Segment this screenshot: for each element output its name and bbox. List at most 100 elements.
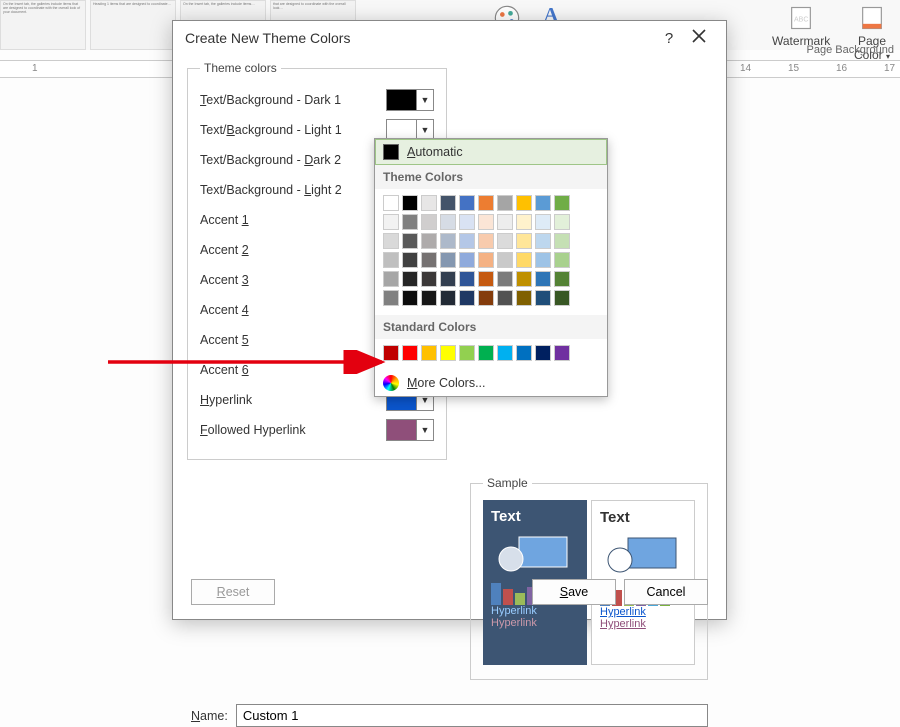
color-cell[interactable]	[516, 233, 532, 249]
color-cell[interactable]	[440, 233, 456, 249]
color-cell[interactable]	[478, 214, 494, 230]
color-cell[interactable]	[459, 271, 475, 287]
color-cell[interactable]	[478, 290, 494, 306]
color-cell[interactable]	[516, 271, 532, 287]
color-cell[interactable]	[478, 252, 494, 268]
color-cell[interactable]	[383, 290, 399, 306]
color-cell[interactable]	[402, 233, 418, 249]
color-cell[interactable]	[383, 233, 399, 249]
color-cell[interactable]	[421, 345, 437, 361]
reset-button[interactable]: Reset	[191, 579, 275, 605]
color-cell[interactable]	[535, 195, 551, 211]
color-cell[interactable]	[459, 195, 475, 211]
automatic-swatch-icon	[383, 144, 399, 160]
svg-text:ABC: ABC	[794, 17, 808, 24]
standard-colors-header: Standard Colors	[375, 315, 607, 339]
dialog-title: Create New Theme Colors	[185, 30, 350, 46]
color-cell[interactable]	[554, 345, 570, 361]
color-cell[interactable]	[497, 195, 513, 211]
color-cell[interactable]	[459, 233, 475, 249]
color-cell[interactable]	[535, 233, 551, 249]
color-cell[interactable]	[516, 290, 532, 306]
color-cell[interactable]	[402, 252, 418, 268]
color-cell[interactable]	[516, 214, 532, 230]
color-cell[interactable]	[554, 214, 570, 230]
color-cell[interactable]	[535, 271, 551, 287]
close-button[interactable]	[684, 29, 714, 47]
color-cell[interactable]	[478, 233, 494, 249]
close-icon	[692, 29, 706, 43]
color-cell[interactable]	[478, 195, 494, 211]
color-picker-popup: Automatic Theme Colors Standard Colors M…	[374, 138, 608, 397]
color-cell[interactable]	[459, 214, 475, 230]
color-cell[interactable]	[421, 271, 437, 287]
theme-color-label: Text/Background - Light 2	[200, 183, 386, 197]
more-colors-item[interactable]: More Colors...	[375, 370, 607, 396]
dialog-titlebar: Create New Theme Colors ?	[173, 21, 726, 55]
color-cell[interactable]	[497, 271, 513, 287]
color-cell[interactable]	[402, 290, 418, 306]
color-cell[interactable]	[421, 252, 437, 268]
color-cell[interactable]	[421, 195, 437, 211]
color-cell[interactable]	[383, 195, 399, 211]
color-cell[interactable]	[478, 345, 494, 361]
color-cell[interactable]	[440, 214, 456, 230]
color-cell[interactable]	[497, 233, 513, 249]
color-cell[interactable]	[554, 252, 570, 268]
color-cell[interactable]	[383, 214, 399, 230]
color-cell[interactable]	[497, 290, 513, 306]
color-cell[interactable]	[383, 252, 399, 268]
color-cell[interactable]	[554, 290, 570, 306]
color-cell[interactable]	[459, 345, 475, 361]
color-cell[interactable]	[516, 345, 532, 361]
color-cell[interactable]	[516, 252, 532, 268]
thumbnail: Heading 1 items that are designed to coo…	[90, 0, 176, 50]
color-cell[interactable]	[554, 195, 570, 211]
cancel-button[interactable]: Cancel	[624, 579, 708, 605]
color-cell[interactable]	[383, 271, 399, 287]
color-cell[interactable]	[516, 195, 532, 211]
color-cell[interactable]	[440, 290, 456, 306]
color-cell[interactable]	[535, 252, 551, 268]
color-cell[interactable]	[402, 345, 418, 361]
color-cell[interactable]	[440, 345, 456, 361]
automatic-color-item[interactable]: Automatic	[375, 139, 607, 165]
color-cell[interactable]	[459, 290, 475, 306]
color-cell[interactable]	[421, 290, 437, 306]
color-cell[interactable]	[421, 214, 437, 230]
theme-colors-header: Theme Colors	[375, 165, 607, 189]
color-swatch	[387, 90, 417, 110]
color-cell[interactable]	[497, 345, 513, 361]
theme-colors-legend: Theme colors	[200, 61, 281, 75]
color-cell[interactable]	[402, 195, 418, 211]
color-swatch-dropdown[interactable]: ▼	[386, 89, 434, 111]
theme-color-label: Text/Background - Light 1	[200, 123, 386, 137]
save-button[interactable]: Save	[532, 579, 616, 605]
color-cell[interactable]	[497, 214, 513, 230]
color-cell[interactable]	[535, 214, 551, 230]
color-cell[interactable]	[478, 271, 494, 287]
help-button[interactable]: ?	[654, 30, 684, 47]
color-cell[interactable]	[421, 233, 437, 249]
color-swatch	[387, 420, 417, 440]
color-cell[interactable]	[535, 345, 551, 361]
color-cell[interactable]	[402, 214, 418, 230]
color-cell[interactable]	[440, 195, 456, 211]
color-cell[interactable]	[497, 252, 513, 268]
color-cell[interactable]	[440, 271, 456, 287]
color-cell[interactable]	[535, 290, 551, 306]
color-cell[interactable]	[554, 233, 570, 249]
color-cell[interactable]	[459, 252, 475, 268]
color-cell[interactable]	[402, 271, 418, 287]
theme-colors-grid	[375, 189, 607, 315]
color-cell[interactable]	[554, 271, 570, 287]
theme-color-label: Accent 1	[200, 213, 386, 227]
watermark-dropdown[interactable]: ABC Watermark	[772, 4, 830, 48]
theme-color-row: Followed Hyperlink▼	[200, 415, 434, 445]
color-swatch-dropdown[interactable]: ▼	[386, 419, 434, 441]
name-label: Name:	[191, 709, 228, 723]
theme-name-input[interactable]	[236, 704, 708, 727]
color-cell[interactable]	[440, 252, 456, 268]
chevron-down-icon: ▼	[417, 120, 433, 140]
theme-color-row: Text/Background - Dark 1▼	[200, 85, 434, 115]
